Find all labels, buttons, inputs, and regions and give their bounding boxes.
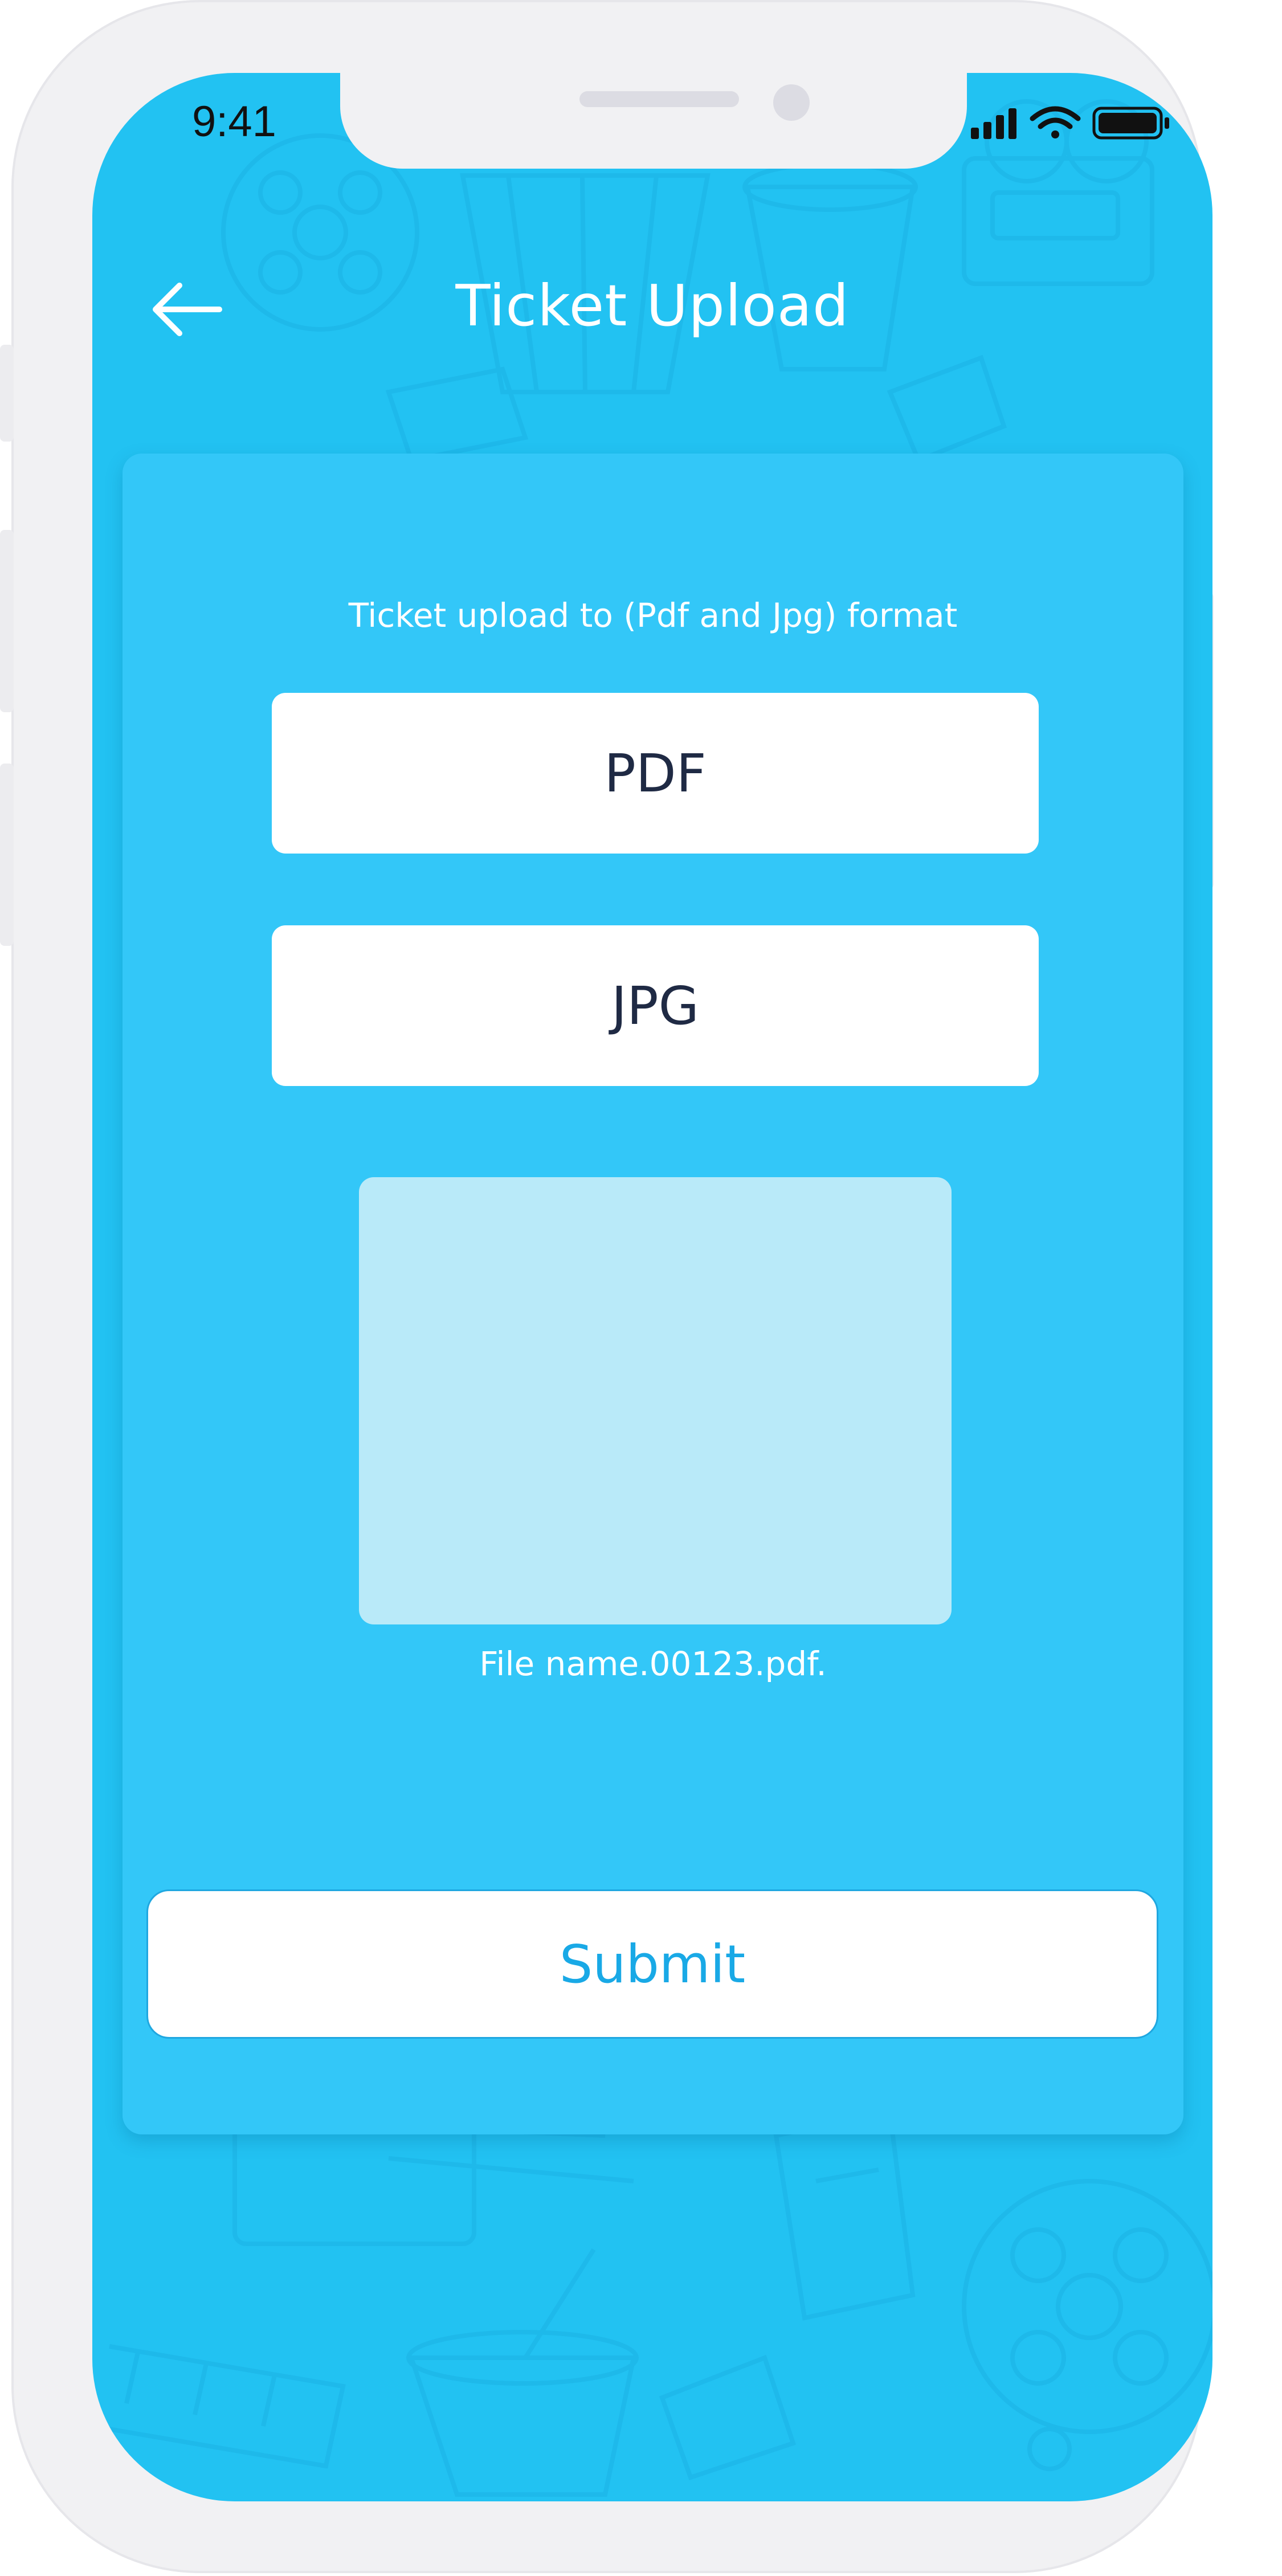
volume-up-button xyxy=(0,530,14,712)
page-title: Ticket Upload xyxy=(455,272,850,339)
volume-down-button xyxy=(0,764,14,946)
wifi-icon xyxy=(1030,106,1081,138)
front-camera xyxy=(773,84,810,121)
screen: 9:41 Ticket Upload Ticket upload to (Pdf… xyxy=(92,73,1212,2501)
signal-icon xyxy=(971,108,1016,139)
file-name: File name.00123.pdf. xyxy=(479,1644,827,1683)
jpg-option-button[interactable]: JPG xyxy=(272,925,1039,1086)
status-time: 9:41 xyxy=(192,97,276,146)
pdf-option-button[interactable]: PDF xyxy=(272,693,1039,854)
file-preview[interactable] xyxy=(359,1177,952,1624)
upload-card: Ticket upload to (Pdf and Jpg) format PD… xyxy=(123,454,1183,2134)
submit-button[interactable]: Submit xyxy=(146,1889,1158,2039)
phone-frame: 9:41 Ticket Upload Ticket upload to (Pdf… xyxy=(0,0,1214,2573)
upload-instruction: Ticket upload to (Pdf and Jpg) format xyxy=(348,596,958,635)
status-icons xyxy=(971,106,1169,140)
mute-switch xyxy=(0,345,14,442)
battery-icon xyxy=(1092,107,1169,140)
notch xyxy=(340,73,967,169)
speaker-grille xyxy=(579,91,739,107)
